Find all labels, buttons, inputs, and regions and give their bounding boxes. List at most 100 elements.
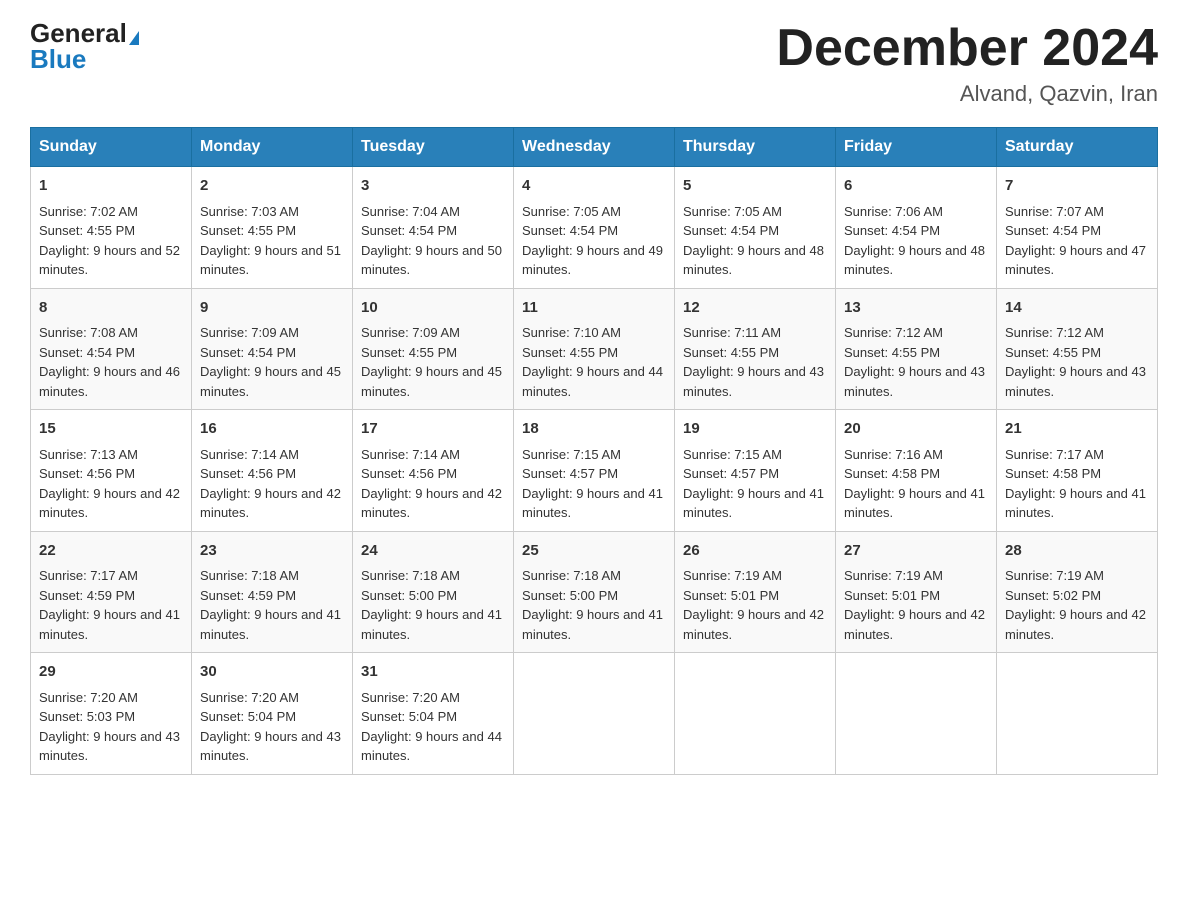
- sunset-info: Sunset: 4:57 PM: [683, 464, 827, 484]
- day-cell-6: 6 Sunrise: 7:06 AM Sunset: 4:54 PM Dayli…: [836, 167, 997, 289]
- day-number: 7: [1005, 175, 1149, 198]
- sunrise-info: Sunrise: 7:18 AM: [361, 566, 505, 586]
- day-cell-3: 3 Sunrise: 7:04 AM Sunset: 4:54 PM Dayli…: [353, 167, 514, 289]
- day-info: Sunrise: 7:20 AM Sunset: 5:04 PM Dayligh…: [361, 688, 505, 766]
- daylight-info: Daylight: 9 hours and 49 minutes.: [522, 241, 666, 280]
- daylight-info: Daylight: 9 hours and 43 minutes.: [39, 727, 183, 766]
- day-info: Sunrise: 7:12 AM Sunset: 4:55 PM Dayligh…: [1005, 323, 1149, 401]
- sunset-info: Sunset: 5:04 PM: [200, 707, 344, 727]
- day-cell-26: 26 Sunrise: 7:19 AM Sunset: 5:01 PM Dayl…: [675, 531, 836, 653]
- day-number: 31: [361, 661, 505, 684]
- day-info: Sunrise: 7:07 AM Sunset: 4:54 PM Dayligh…: [1005, 202, 1149, 280]
- day-info: Sunrise: 7:15 AM Sunset: 4:57 PM Dayligh…: [683, 445, 827, 523]
- day-info: Sunrise: 7:14 AM Sunset: 4:56 PM Dayligh…: [200, 445, 344, 523]
- sunrise-info: Sunrise: 7:05 AM: [683, 202, 827, 222]
- sunset-info: Sunset: 4:54 PM: [844, 221, 988, 241]
- daylight-info: Daylight: 9 hours and 46 minutes.: [39, 362, 183, 401]
- daylight-info: Daylight: 9 hours and 42 minutes.: [39, 484, 183, 523]
- day-info: Sunrise: 7:05 AM Sunset: 4:54 PM Dayligh…: [683, 202, 827, 280]
- day-info: Sunrise: 7:19 AM Sunset: 5:01 PM Dayligh…: [844, 566, 988, 644]
- calendar-week-2: 8 Sunrise: 7:08 AM Sunset: 4:54 PM Dayli…: [31, 288, 1158, 410]
- calendar-week-5: 29 Sunrise: 7:20 AM Sunset: 5:03 PM Dayl…: [31, 653, 1158, 775]
- sunset-info: Sunset: 4:54 PM: [1005, 221, 1149, 241]
- daylight-info: Daylight: 9 hours and 41 minutes.: [522, 484, 666, 523]
- calendar-table: SundayMondayTuesdayWednesdayThursdayFrid…: [30, 127, 1158, 775]
- sunrise-info: Sunrise: 7:09 AM: [200, 323, 344, 343]
- sunrise-info: Sunrise: 7:19 AM: [1005, 566, 1149, 586]
- daylight-info: Daylight: 9 hours and 42 minutes.: [1005, 605, 1149, 644]
- daylight-info: Daylight: 9 hours and 41 minutes.: [522, 605, 666, 644]
- day-info: Sunrise: 7:17 AM Sunset: 4:59 PM Dayligh…: [39, 566, 183, 644]
- sunrise-info: Sunrise: 7:20 AM: [361, 688, 505, 708]
- daylight-info: Daylight: 9 hours and 43 minutes.: [1005, 362, 1149, 401]
- day-number: 21: [1005, 418, 1149, 441]
- daylight-info: Daylight: 9 hours and 48 minutes.: [844, 241, 988, 280]
- sunrise-info: Sunrise: 7:04 AM: [361, 202, 505, 222]
- daylight-info: Daylight: 9 hours and 41 minutes.: [200, 605, 344, 644]
- day-cell-19: 19 Sunrise: 7:15 AM Sunset: 4:57 PM Dayl…: [675, 410, 836, 532]
- day-number: 30: [200, 661, 344, 684]
- calendar-header-row: SundayMondayTuesdayWednesdayThursdayFrid…: [31, 128, 1158, 167]
- day-number: 11: [522, 297, 666, 320]
- day-cell-12: 12 Sunrise: 7:11 AM Sunset: 4:55 PM Dayl…: [675, 288, 836, 410]
- sunrise-info: Sunrise: 7:14 AM: [361, 445, 505, 465]
- empty-cell: [836, 653, 997, 775]
- day-info: Sunrise: 7:12 AM Sunset: 4:55 PM Dayligh…: [844, 323, 988, 401]
- sunrise-info: Sunrise: 7:06 AM: [844, 202, 988, 222]
- day-cell-8: 8 Sunrise: 7:08 AM Sunset: 4:54 PM Dayli…: [31, 288, 192, 410]
- day-info: Sunrise: 7:17 AM Sunset: 4:58 PM Dayligh…: [1005, 445, 1149, 523]
- day-info: Sunrise: 7:15 AM Sunset: 4:57 PM Dayligh…: [522, 445, 666, 523]
- daylight-info: Daylight: 9 hours and 42 minutes.: [361, 484, 505, 523]
- empty-cell: [514, 653, 675, 775]
- empty-cell: [997, 653, 1158, 775]
- day-info: Sunrise: 7:18 AM Sunset: 5:00 PM Dayligh…: [361, 566, 505, 644]
- header-day-wednesday: Wednesday: [514, 128, 675, 167]
- sunrise-info: Sunrise: 7:18 AM: [200, 566, 344, 586]
- sunset-info: Sunset: 4:59 PM: [39, 586, 183, 606]
- header-day-friday: Friday: [836, 128, 997, 167]
- daylight-info: Daylight: 9 hours and 47 minutes.: [1005, 241, 1149, 280]
- sunrise-info: Sunrise: 7:12 AM: [844, 323, 988, 343]
- day-number: 5: [683, 175, 827, 198]
- day-cell-14: 14 Sunrise: 7:12 AM Sunset: 4:55 PM Dayl…: [997, 288, 1158, 410]
- day-number: 14: [1005, 297, 1149, 320]
- month-title: December 2024: [776, 20, 1158, 77]
- sunset-info: Sunset: 5:01 PM: [683, 586, 827, 606]
- sunset-info: Sunset: 5:01 PM: [844, 586, 988, 606]
- day-number: 10: [361, 297, 505, 320]
- day-info: Sunrise: 7:06 AM Sunset: 4:54 PM Dayligh…: [844, 202, 988, 280]
- daylight-info: Daylight: 9 hours and 44 minutes.: [522, 362, 666, 401]
- sunset-info: Sunset: 4:55 PM: [683, 343, 827, 363]
- day-info: Sunrise: 7:19 AM Sunset: 5:02 PM Dayligh…: [1005, 566, 1149, 644]
- sunrise-info: Sunrise: 7:09 AM: [361, 323, 505, 343]
- day-info: Sunrise: 7:19 AM Sunset: 5:01 PM Dayligh…: [683, 566, 827, 644]
- daylight-info: Daylight: 9 hours and 50 minutes.: [361, 241, 505, 280]
- day-cell-20: 20 Sunrise: 7:16 AM Sunset: 4:58 PM Dayl…: [836, 410, 997, 532]
- header-day-sunday: Sunday: [31, 128, 192, 167]
- day-info: Sunrise: 7:09 AM Sunset: 4:54 PM Dayligh…: [200, 323, 344, 401]
- sunrise-info: Sunrise: 7:10 AM: [522, 323, 666, 343]
- sunrise-info: Sunrise: 7:03 AM: [200, 202, 344, 222]
- day-number: 18: [522, 418, 666, 441]
- sunrise-info: Sunrise: 7:19 AM: [844, 566, 988, 586]
- calendar-week-3: 15 Sunrise: 7:13 AM Sunset: 4:56 PM Dayl…: [31, 410, 1158, 532]
- daylight-info: Daylight: 9 hours and 45 minutes.: [361, 362, 505, 401]
- day-number: 19: [683, 418, 827, 441]
- sunrise-info: Sunrise: 7:16 AM: [844, 445, 988, 465]
- day-info: Sunrise: 7:20 AM Sunset: 5:03 PM Dayligh…: [39, 688, 183, 766]
- sunset-info: Sunset: 4:55 PM: [844, 343, 988, 363]
- day-number: 4: [522, 175, 666, 198]
- day-number: 22: [39, 540, 183, 563]
- day-cell-30: 30 Sunrise: 7:20 AM Sunset: 5:04 PM Dayl…: [192, 653, 353, 775]
- sunset-info: Sunset: 4:55 PM: [200, 221, 344, 241]
- day-number: 12: [683, 297, 827, 320]
- daylight-info: Daylight: 9 hours and 48 minutes.: [683, 241, 827, 280]
- sunrise-info: Sunrise: 7:19 AM: [683, 566, 827, 586]
- day-number: 9: [200, 297, 344, 320]
- daylight-info: Daylight: 9 hours and 41 minutes.: [361, 605, 505, 644]
- header-day-monday: Monday: [192, 128, 353, 167]
- sunrise-info: Sunrise: 7:05 AM: [522, 202, 666, 222]
- day-cell-1: 1 Sunrise: 7:02 AM Sunset: 4:55 PM Dayli…: [31, 167, 192, 289]
- sunset-info: Sunset: 4:58 PM: [844, 464, 988, 484]
- day-info: Sunrise: 7:20 AM Sunset: 5:04 PM Dayligh…: [200, 688, 344, 766]
